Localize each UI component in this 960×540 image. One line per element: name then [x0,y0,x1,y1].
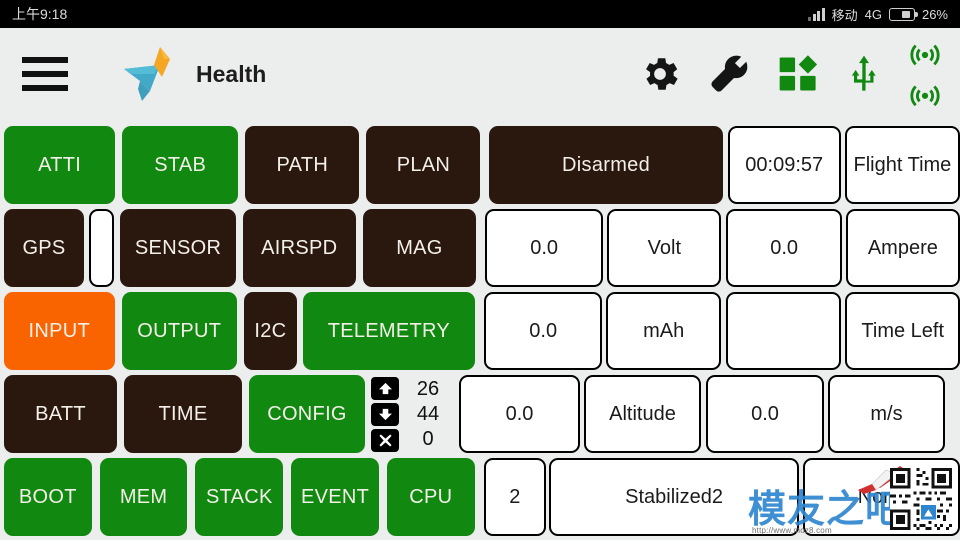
status-button-label: STACK [205,485,273,508]
telemetry-signal-icon[interactable] [908,76,942,110]
status-button-label: EVENT [300,485,370,508]
network-type-label: 4G [864,6,882,22]
stepper-up-value: 26 [416,378,440,400]
widgets-icon[interactable] [776,52,820,96]
close-x-icon[interactable] [371,428,399,452]
page-title: Health [196,60,267,87]
status-button-config[interactable]: CONFIG [249,375,365,453]
status-button-cpu[interactable]: CPU [386,458,475,536]
altitude-label: Altitude [584,375,701,453]
arrow-up-icon[interactable] [371,376,399,400]
status-button-plan[interactable]: PLAN [366,126,481,204]
dashboard-row-2: GPS SENSOR AIRSPD MAG 0.0 Volt 0.0 Amper… [0,209,960,287]
flight-time-value: 00:09:57 [727,126,841,204]
status-button-label: INPUT [28,319,91,342]
status-button-label: MEM [119,485,168,508]
status-bar-right: 移动 4G 26% [808,5,948,24]
wireless-icon-stack [908,38,942,110]
status-button-airspd[interactable]: AIRSPD [242,209,356,287]
vertical-speed-value: 0.0 [706,375,824,453]
status-button-label: SENSOR [134,236,222,259]
status-bar-clock: 上午9:18 [12,6,68,22]
voltage-label: Volt [607,209,722,287]
status-button-stack[interactable]: STACK [195,458,284,536]
gear-icon[interactable] [638,52,682,96]
status-button-batt[interactable]: BATT [4,375,117,453]
hamburger-menu-icon[interactable] [22,57,68,91]
gcs-app-screen: 上午9:18 移动 4G 26% Health ATTI STAB PATH P… [0,0,960,540]
status-button-telemetry[interactable]: TELEMETRY [302,292,475,370]
dashboard-row-3: INPUT OUTPUT I2C TELEMETRY 0.0 mAh Time … [0,292,960,370]
status-button-label: OUTPUT [137,319,222,342]
dashboard-row-4: BATT TIME CONFIG 26 44 0 0.0 Altitude 0.… [0,375,960,453]
current-value: 0.0 [726,209,842,287]
status-button-path[interactable]: PATH [245,126,360,204]
stepper-widget: 26 44 0 [371,375,457,453]
wrench-icon[interactable] [706,51,752,97]
armed-status-label: Disarmed [562,153,651,176]
status-button-event[interactable]: EVENT [291,458,379,536]
vertical-speed-label: m/s [828,375,945,453]
consumed-mah-value: 0.0 [483,292,603,370]
carrier-label: 移动 [831,7,858,23]
current-label: Ampere [845,209,960,287]
status-button-label: ATTI [38,153,82,176]
status-button-label: GPS [22,236,66,259]
status-button-gps[interactable]: GPS [4,209,85,287]
time-left-value [725,292,842,370]
wireless-icon[interactable] [908,38,942,72]
status-button-label: TELEMETRY [327,319,451,342]
dashboard-row-5: BOOT MEM STACK EVENT CPU 2 Stabilized2 N… [0,458,960,536]
satellite-count-indicator[interactable] [89,209,115,287]
brand: Health [120,43,266,106]
altitude-value: 0.0 [459,375,580,453]
status-button-boot[interactable]: BOOT [4,458,92,536]
dashboard-row-1: ATTI STAB PATH PLAN Disarmed 00:09:57 Fl… [0,126,960,204]
signal-bars-icon [808,7,825,21]
battery-percent-label: 26% [921,6,948,22]
header-icon-bar [638,38,960,110]
time-left-label: Time Left [845,292,960,370]
status-button-label: STAB [154,153,207,176]
android-status-bar: 上午9:18 移动 4G 26% [0,0,960,28]
flight-time-label: Flight Time [844,126,960,204]
status-button-stab[interactable]: STAB [122,126,239,204]
stepper-down-value: 44 [416,403,440,425]
status-button-label: PATH [276,153,329,176]
voltage-value: 0.0 [485,209,604,287]
status-button-label: BOOT [18,485,77,508]
main-dashboard: ATTI STAB PATH PLAN Disarmed 00:09:57 Fl… [0,120,960,540]
bird-logo-icon [120,43,182,106]
arrow-down-icon[interactable] [371,402,399,426]
status-button-input[interactable]: INPUT [4,292,115,370]
status-button-sensor[interactable]: SENSOR [120,209,236,287]
stepper-values: 26 44 0 [399,375,457,453]
status-bar-left: 上午9:18 [12,4,67,24]
status-button-mem[interactable]: MEM [99,458,188,536]
app-header: Health [0,28,960,120]
status-button-label: TIME [158,402,208,425]
secondary-mode-value: None [803,458,960,536]
status-button-output[interactable]: OUTPUT [121,292,237,370]
stepper-buttons [371,375,399,453]
status-button-label: I2C [254,319,287,342]
status-button-label: AIRSPD [261,236,338,259]
status-button-i2c[interactable]: I2C [243,292,297,370]
flight-mode-number: 2 [483,458,546,536]
consumed-mah-label: mAh [606,292,721,370]
status-button-label: PLAN [396,153,451,176]
status-button-time[interactable]: TIME [124,375,242,453]
status-button-label: CPU [409,485,453,508]
status-button-label: CONFIG [267,402,347,425]
flight-mode-name: Stabilized2 [548,458,800,536]
usb-icon[interactable] [844,51,884,97]
status-button-mag[interactable]: MAG [362,209,477,287]
battery-icon [888,7,918,21]
status-button-label: MAG [396,236,443,259]
status-button-label: BATT [35,402,86,425]
stepper-close-value: 0 [422,428,434,450]
armed-status-button[interactable]: Disarmed [489,126,723,204]
status-button-atti[interactable]: ATTI [4,126,116,204]
